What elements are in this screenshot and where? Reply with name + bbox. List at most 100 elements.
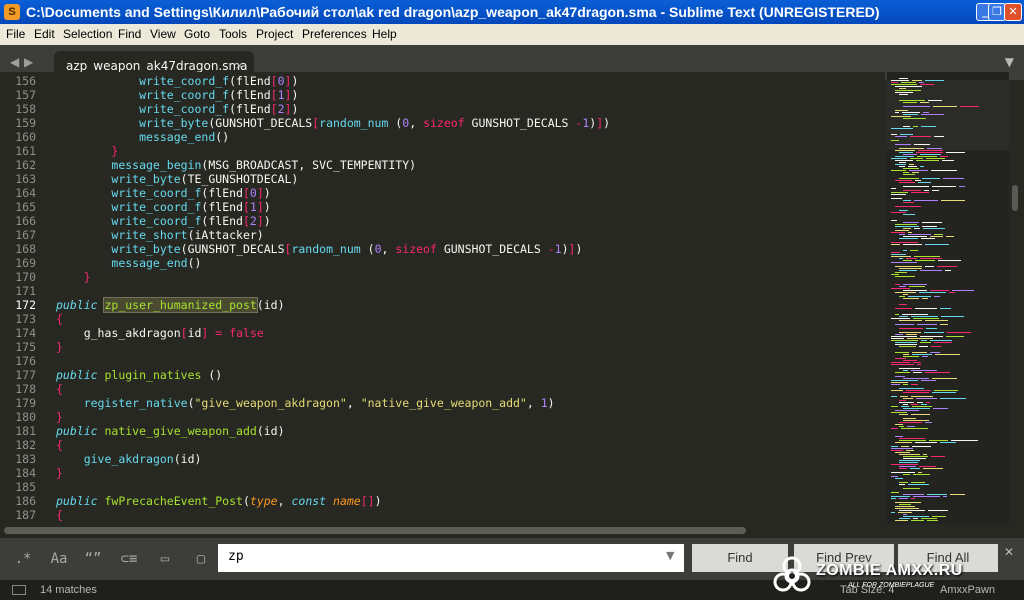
minimap-mark [899,94,908,95]
minimap-mark [915,180,921,181]
menu-find[interactable]: Find [118,27,141,41]
horizontal-scrollbar[interactable] [4,527,746,534]
line-number: 187 [15,508,36,522]
code-token: name [333,494,361,508]
code-line[interactable]: 176 [0,354,885,368]
code-line[interactable]: 167 write_short(iAttacker) [0,228,885,242]
close-button[interactable]: ✕ [1004,3,1022,21]
menu-edit[interactable]: Edit [34,27,55,41]
tab-nav-left-icon[interactable]: ◀ [10,55,19,69]
code-line[interactable]: 170 } [0,270,885,284]
code-token: write_byte [139,116,209,130]
code-token: 0 [249,186,257,200]
code-line[interactable]: 174 g_has_akdragon[id] = false [0,326,885,340]
minimap-mark [895,86,922,87]
code-line[interactable]: 158 write_coord_f(flEnd[2]) [0,102,885,116]
code-token: fwPrecacheEvent_Post [104,494,243,508]
code-line[interactable]: 169 message_end() [0,256,885,270]
regex-toggle[interactable]: .* [8,548,38,570]
code-line[interactable]: 173 { [0,312,885,326]
code-line[interactable]: 187 { [0,508,885,522]
tab-menu-icon[interactable]: ▼ [1005,55,1014,69]
code-token: flEnd [208,214,243,228]
minimap-mark [911,414,930,415]
code-line[interactable]: 188 if (equal("events/ak47.sc", name)) [0,522,885,524]
minimap-mark [891,380,918,381]
line-number: 179 [15,396,36,410]
menu-help[interactable]: Help [372,27,397,41]
minimap-mark [941,316,964,317]
code-line[interactable]: 166 write_coord_f(flEnd[2]) [0,214,885,228]
watermark-subtext: ALL FOR ZOMBIEPLAGUE [848,582,935,589]
code-line[interactable]: 161 } [0,144,885,158]
minimap-mark [903,384,908,385]
minimap-mark [903,392,929,393]
code-line[interactable]: 171 [0,284,885,298]
code-token: "give_weapon_akdragon" [194,396,347,410]
code-token: () [187,256,202,270]
code-line[interactable]: 180} [0,410,885,424]
minimap-mark [891,382,908,383]
minimap-mark [902,112,920,113]
code-line[interactable]: 164 write_coord_f(flEnd[0]) [0,186,885,200]
code-editor[interactable]: 156 write_coord_f(flEnd[0]) 157 write_coo… [0,72,885,524]
code-line[interactable]: 178 { [0,382,885,396]
find-input[interactable]: zp [218,544,684,572]
whole-word-toggle[interactable]: “” [78,548,108,570]
vertical-scrollbar[interactable] [1012,185,1018,211]
minimap-mark [899,498,908,499]
minimap-mark [899,400,906,401]
minimap-mark [899,504,911,505]
wrap-toggle[interactable]: ⊂≡ [114,548,144,570]
minimap[interactable] [887,72,1009,524]
code-line[interactable]: 182 { [0,438,885,452]
menu-view[interactable]: View [150,27,176,41]
minimap-mark [899,388,924,389]
code-token: write_coord_f [139,74,230,88]
code-line[interactable]: 184} [0,466,885,480]
code-line[interactable]: 172 public zp_user_humanized_post(id) [0,297,885,313]
highlight-matches-toggle[interactable]: ▢ [186,548,216,570]
minimap-mark [895,272,907,273]
code-line[interactable]: 157 write_coord_f(flEnd[1]) [0,88,885,102]
find-history-dropdown-icon[interactable]: ▼ [666,549,674,562]
minimap-mark [895,410,919,411]
panel-toggle-icon[interactable] [12,585,26,595]
code-line[interactable]: 175} [0,340,885,354]
code-line[interactable]: 156 write_coord_f(flEnd[0]) [0,74,885,88]
code-line[interactable]: 177 public plugin_natives () [0,368,885,382]
code-line[interactable]: 183 give_akdragon(id) [0,452,885,466]
minimap-mark [899,304,907,305]
menu-file[interactable]: File [6,27,25,41]
code-text: give_akdragon(id) [56,452,202,466]
code-line[interactable]: 186 public fwPrecacheEvent_Post(type, con… [0,494,885,508]
code-token: ] [256,200,264,214]
menu-project[interactable]: Project [256,27,293,41]
code-line[interactable]: 162 message_begin(MSG_BROADCAST, SVC_TEM… [0,158,885,172]
code-line[interactable]: 185 [0,480,885,494]
code-line[interactable]: 179 register_native("give_weapon_akdrago… [0,396,885,410]
menu-tools[interactable]: Tools [219,27,247,41]
code-line[interactable]: 181 public native_give_weapon_add(id) [0,424,885,438]
minimap-mark [895,110,908,111]
code-line[interactable]: 159 write_byte(GUNSHOT_DECALS[random_num… [0,116,885,130]
code-token: } [83,270,91,284]
code-text: { [56,382,63,396]
minimap-mark [891,396,897,397]
tab-nav-right-icon[interactable]: ▶ [24,55,33,69]
code-token: equal [111,522,146,524]
code-line[interactable]: 165 write_coord_f(flEnd[1]) [0,200,885,214]
code-line[interactable]: 168 write_byte(GUNSHOT_DECALS[random_num… [0,242,885,256]
minimap-mark [899,332,921,333]
menu-bar: File Edit Selection Find View Goto Tools… [0,24,1024,45]
menu-preferences[interactable]: Preferences [302,27,367,41]
code-line[interactable]: 160 message_end() [0,130,885,144]
menu-goto[interactable]: Goto [184,27,210,41]
in-selection-toggle[interactable]: ▭ [150,548,180,570]
minimap-mark [900,134,913,135]
case-sensitive-toggle[interactable]: Aa [44,548,74,570]
minimap-mark [916,152,943,153]
code-token: (id) [256,424,285,438]
code-line[interactable]: 163 write_byte(TE_GUNSHOTDECAL) [0,172,885,186]
menu-selection[interactable]: Selection [63,27,112,41]
